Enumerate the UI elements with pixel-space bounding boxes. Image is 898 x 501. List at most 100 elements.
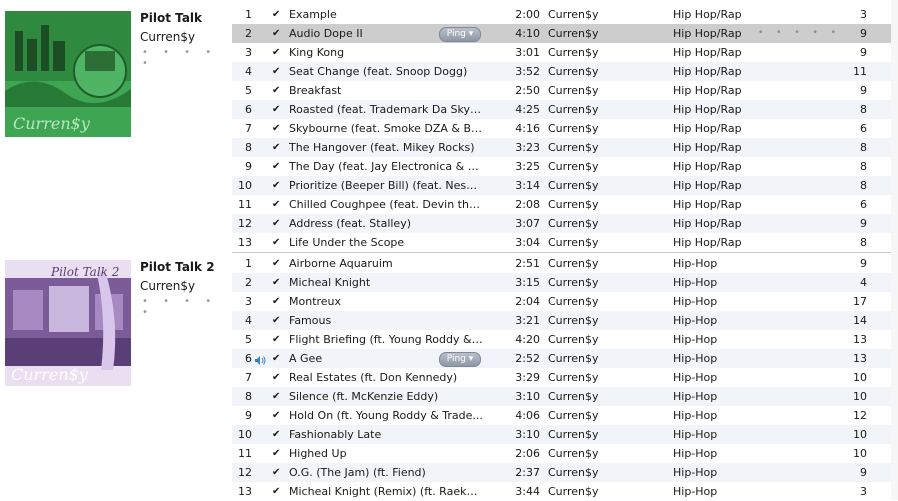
album-group-pilot-talk-2: Pilot Talk 2 Curren$y Pilot Talk 2 Curre… — [0, 254, 898, 501]
track-artist: Curren$y — [548, 466, 599, 479]
track-artist: Curren$y — [548, 352, 599, 365]
check-icon[interactable]: ✔ — [272, 463, 282, 482]
track-plays: 8 — [860, 160, 867, 173]
track-plays: 9 — [860, 466, 867, 479]
track-plays: 4 — [860, 276, 867, 289]
ping-dropdown-button[interactable]: Ping ▾ — [439, 27, 481, 42]
track-number: 4 — [245, 314, 252, 327]
track-row[interactable]: 12 ✔ Address (feat. Stalley) 3:07 Curren$y Hi… — [232, 214, 898, 233]
track-row[interactable]: 6 ✔ A Gee Ping ▾ 2:52 Curren$y Hip-Hop 13 — [232, 349, 898, 368]
track-name: Roasted (feat. Trademark Da Skydiv... — [289, 103, 484, 116]
check-icon[interactable]: ✔ — [272, 425, 282, 444]
track-row[interactable]: 7 ✔ Skybourne (feat. Smoke DZA & Big ... 4:… — [232, 119, 898, 138]
track-row[interactable]: 3 ✔ Montreux 2:04 Curren$y Hip-Hop 17 — [232, 292, 898, 311]
track-row[interactable]: 9 ✔ Hold On (ft. Young Roddy & Trade... 4:0… — [232, 406, 898, 425]
check-icon[interactable]: ✔ — [272, 62, 282, 81]
track-genre: Hip Hop/Rap — [673, 236, 742, 249]
album-art-pilot-talk-2[interactable]: Pilot Talk 2 Curren$y — [5, 260, 131, 386]
check-icon[interactable]: ✔ — [272, 292, 282, 311]
track-row[interactable]: 3 ✔ King Kong 3:01 Curren$y Hip Hop/Rap 9 — [232, 43, 898, 62]
track-artist: Curren$y — [548, 84, 599, 97]
scrollbar[interactable] — [891, 0, 898, 500]
track-artist: Curren$y — [548, 46, 599, 59]
check-icon[interactable]: ✔ — [272, 330, 282, 349]
track-row[interactable]: 5 ✔ Flight Briefing (ft. Young Roddy & ...… — [232, 330, 898, 349]
check-icon[interactable]: ✔ — [272, 214, 282, 233]
check-icon[interactable]: ✔ — [272, 43, 282, 62]
check-icon[interactable]: ✔ — [272, 138, 282, 157]
track-row[interactable]: 5 ✔ Breakfast 2:50 Curren$y Hip Hop/Rap 9 — [232, 81, 898, 100]
track-number: 8 — [245, 390, 252, 403]
track-name: Prioritize (Beeper Bill) (feat. Nesbey .… — [289, 179, 484, 192]
track-number: 3 — [245, 46, 252, 59]
check-icon[interactable]: ✔ — [272, 195, 282, 214]
track-row[interactable]: 6 ✔ Roasted (feat. Trademark Da Skydiv... 4… — [232, 100, 898, 119]
album-rating[interactable]: • • • • • — [142, 47, 232, 69]
track-time: 4:25 — [515, 103, 540, 116]
track-plays: 9 — [860, 84, 867, 97]
track-name: Airborne Aquaruim — [289, 257, 393, 270]
track-row[interactable]: 11 ✔ Highed Up 2:06 Curren$y Hip-Hop 10 — [232, 444, 898, 463]
track-artist: Curren$y — [548, 27, 599, 40]
check-icon[interactable]: ✔ — [272, 119, 282, 138]
check-icon[interactable]: ✔ — [272, 100, 282, 119]
check-icon[interactable]: ✔ — [272, 349, 282, 368]
track-rating[interactable]: • • • • • — [758, 24, 841, 43]
album-art-pilot-talk[interactable]: Curren$y — [5, 11, 131, 137]
check-icon[interactable]: ✔ — [272, 387, 282, 406]
track-genre: Hip Hop/Rap — [673, 141, 742, 154]
track-artist: Curren$y — [548, 257, 599, 270]
check-icon[interactable]: ✔ — [272, 157, 282, 176]
track-number: 7 — [245, 371, 252, 384]
check-icon[interactable]: ✔ — [272, 368, 282, 387]
track-number: 1 — [245, 8, 252, 21]
track-name: O.G. (The Jam) (ft. Fiend) — [289, 466, 426, 479]
track-row[interactable]: 2 ✔ Micheal Knight 3:15 Curren$y Hip-Hop 4 — [232, 273, 898, 292]
track-row[interactable]: 12 ✔ O.G. (The Jam) (ft. Fiend) 2:37 Curren$… — [232, 463, 898, 482]
track-plays: 3 — [860, 8, 867, 21]
track-genre: Hip Hop/Rap — [673, 198, 742, 211]
track-name: Address (feat. Stalley) — [289, 217, 411, 230]
track-name: Example — [289, 8, 337, 21]
track-plays: 6 — [860, 198, 867, 211]
check-icon[interactable]: ✔ — [272, 24, 282, 43]
track-plays: 10 — [853, 390, 867, 403]
track-number: 12 — [238, 466, 252, 479]
check-icon[interactable]: ✔ — [272, 5, 282, 24]
track-plays: 12 — [853, 409, 867, 422]
track-number: 5 — [245, 333, 252, 346]
check-icon[interactable]: ✔ — [272, 444, 282, 463]
track-row[interactable]: 8 ✔ The Hangover (feat. Mikey Rocks) 3:23 Cu… — [232, 138, 898, 157]
track-row[interactable]: 1 ✔ Airborne Aquaruim 2:51 Curren$y Hip-Hop 9 — [232, 254, 898, 273]
track-genre: Hip-Hop — [673, 428, 718, 441]
check-icon[interactable]: ✔ — [272, 482, 282, 501]
check-icon[interactable]: ✔ — [272, 254, 282, 273]
check-icon[interactable]: ✔ — [272, 406, 282, 425]
track-artist: Curren$y — [548, 314, 599, 327]
track-row[interactable]: 10 ✔ Fashionably Late 3:10 Curren$y Hip-Hop 10 — [232, 425, 898, 444]
check-icon[interactable]: ✔ — [272, 311, 282, 330]
track-name: Hold On (ft. Young Roddy & Trade... — [289, 409, 483, 422]
track-row[interactable]: 4 ✔ Famous 3:21 Curren$y Hip-Hop 14 — [232, 311, 898, 330]
track-row[interactable]: 4 ✔ Seat Change (feat. Snoop Dogg) 3:52 Curr… — [232, 62, 898, 81]
track-row[interactable]: 10 ✔ Prioritize (Beeper Bill) (feat. Nesbe… — [232, 176, 898, 195]
track-row[interactable]: 13 ✔ Life Under the Scope 3:04 Curren$y Hip H… — [232, 233, 898, 252]
track-row[interactable]: 8 ✔ Silence (ft. McKenzie Eddy) 3:10 Curren$… — [232, 387, 898, 406]
track-name: Chilled Coughpee (feat. Devin the ... — [289, 198, 484, 211]
ping-dropdown-button[interactable]: Ping ▾ — [439, 352, 481, 367]
check-icon[interactable]: ✔ — [272, 233, 282, 252]
album-rating[interactable]: • • • • • — [142, 296, 232, 318]
speaker-icon — [254, 353, 266, 365]
track-row[interactable]: 1 ✔ Example 2:00 Curren$y Hip Hop/Rap 3 — [232, 5, 898, 24]
track-row[interactable]: 2 ✔ Audio Dope II Ping ▾ 4:10 Curren$y Hip Hop… — [232, 24, 898, 43]
track-row[interactable]: 9 ✔ The Day (feat. Jay Electronica & Mo...… — [232, 157, 898, 176]
track-plays: 3 — [860, 485, 867, 498]
check-icon[interactable]: ✔ — [272, 81, 282, 100]
check-icon[interactable]: ✔ — [272, 273, 282, 292]
track-row[interactable]: 7 ✔ Real Estates (ft. Don Kennedy) 3:29 Curr… — [232, 368, 898, 387]
track-artist: Curren$y — [548, 103, 599, 116]
track-row[interactable]: 11 ✔ Chilled Coughpee (feat. Devin the ...… — [232, 195, 898, 214]
check-icon[interactable]: ✔ — [272, 176, 282, 195]
track-plays: 13 — [853, 333, 867, 346]
track-row[interactable]: 13 ✔ Micheal Knight (Remix) (ft. Raekwon) 3… — [232, 482, 898, 501]
